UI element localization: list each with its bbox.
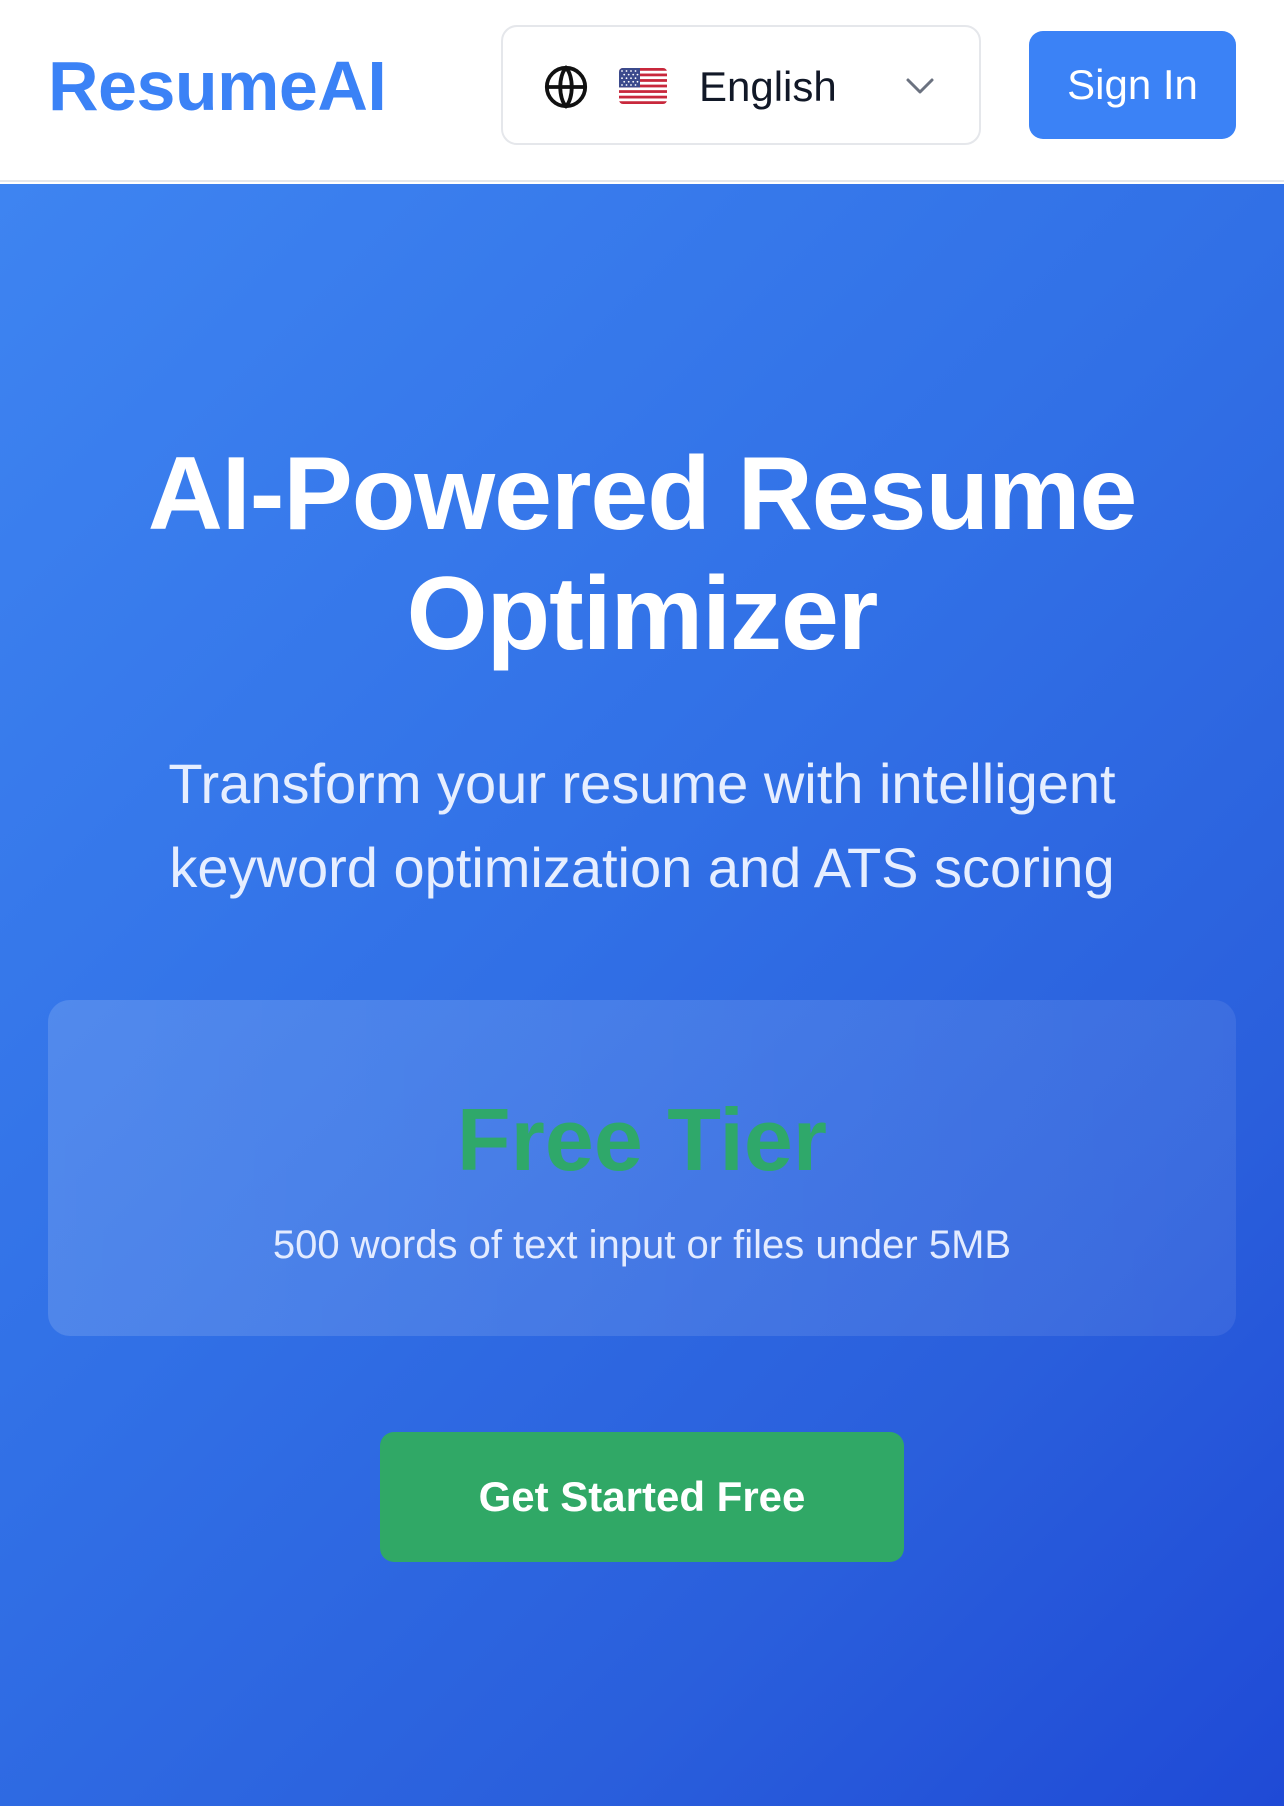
get-started-button[interactable]: Get Started Free [380, 1432, 904, 1562]
tier-title: Free Tier [456, 1090, 828, 1189]
hero-subtitle-line: keyword optimization and ATS scoring [169, 836, 1115, 899]
hero-title-line: AI-Powered Resume [147, 436, 1138, 552]
chevron-down-icon [906, 78, 934, 94]
hero-subtitle-line: Transform your resume with intelligent [168, 752, 1116, 815]
top-header: ResumeAI English Sign In [0, 0, 1284, 182]
globe-icon [544, 65, 588, 109]
hero-title: AI-Powered Resume Optimizer [40, 434, 1244, 674]
sign-in-button[interactable]: Sign In [1029, 31, 1236, 139]
language-label: English [699, 63, 837, 110]
hero-title-line: Optimizer [406, 556, 879, 672]
page: ResumeAI English Sign In AI-Powered Resu… [0, 0, 1284, 1806]
hero-subtitle: Transform your resume with intelligent k… [80, 742, 1204, 910]
logo[interactable]: ResumeAI [48, 46, 387, 126]
free-tier-card: Free Tier 500 words of text input or fil… [48, 1000, 1236, 1336]
hero-section: AI-Powered Resume Optimizer Transform yo… [0, 184, 1284, 1806]
tier-description: 500 words of text input or files under 5… [272, 1223, 1012, 1267]
language-selector[interactable]: English [501, 25, 981, 145]
us-flag-icon [619, 68, 667, 104]
